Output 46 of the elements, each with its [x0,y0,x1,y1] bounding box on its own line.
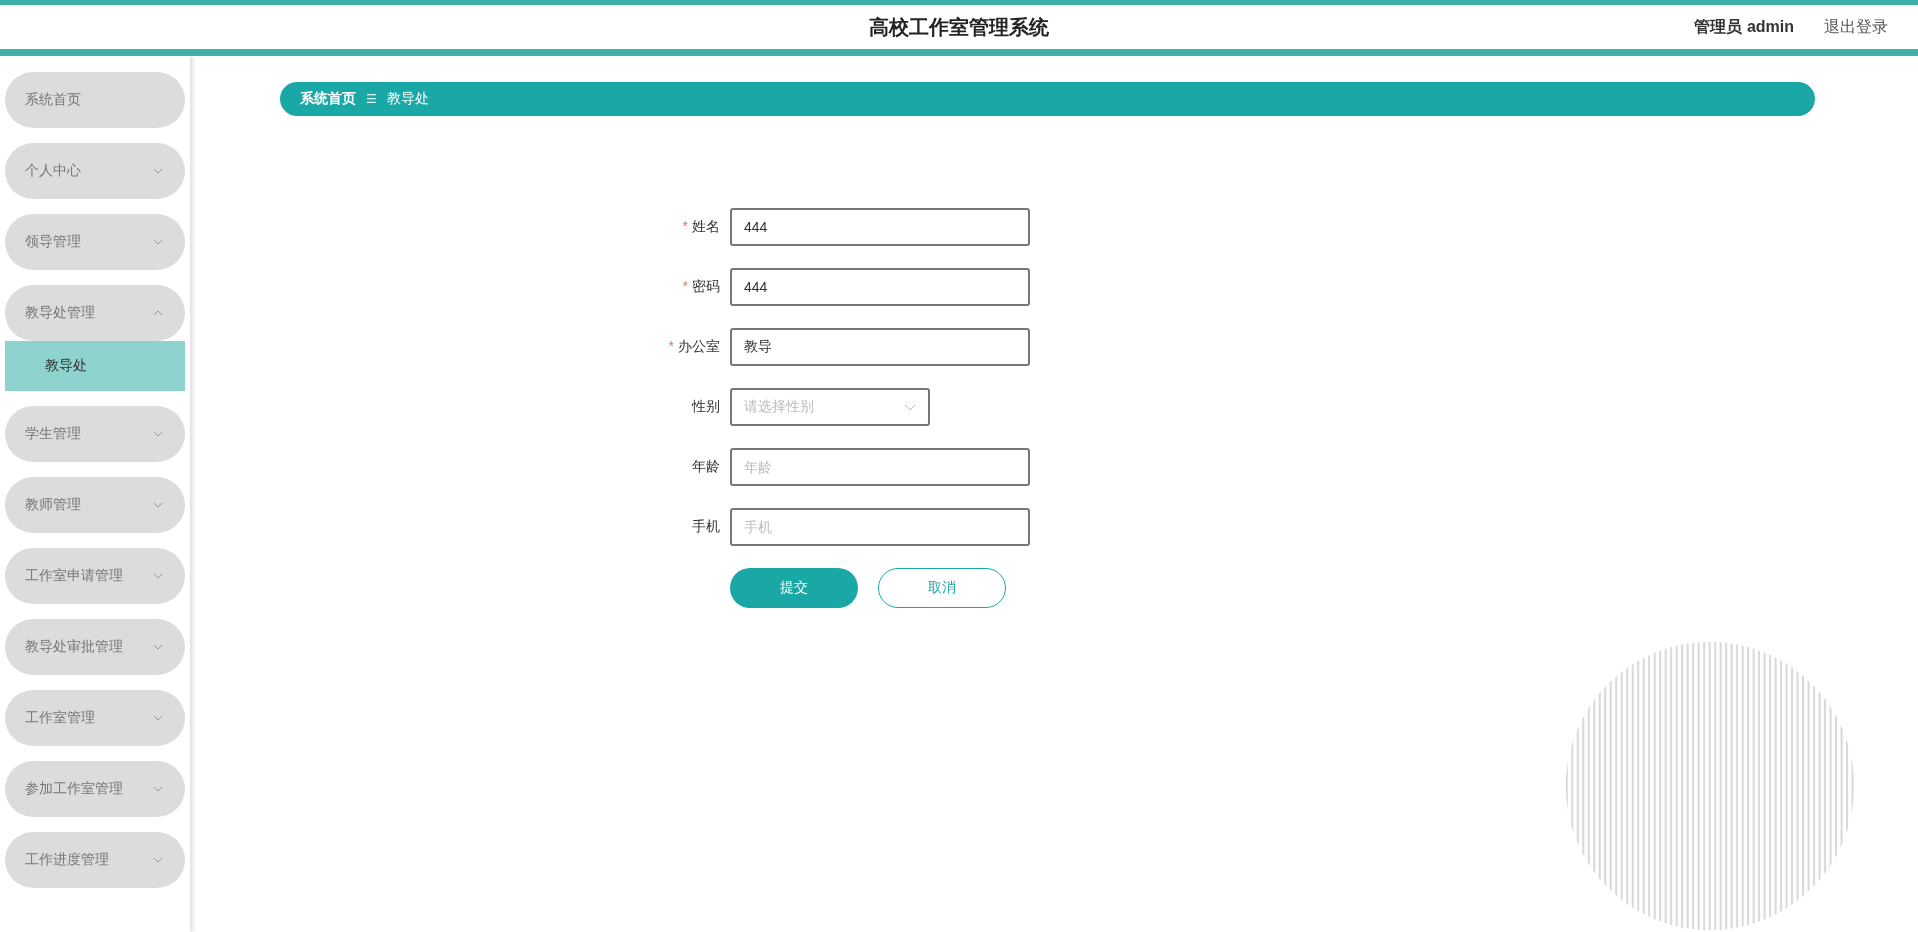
separator-icon: ☰ [366,92,377,106]
logout-link[interactable]: 退出登录 [1824,16,1888,38]
input-field[interactable]: 444 [730,208,1030,246]
sidebar-item[interactable]: 系统首页 [5,72,185,128]
sidebar-item[interactable]: 教师管理 [5,477,185,533]
field-label: 姓名 [692,218,720,234]
sidebar-item[interactable]: 工作室申请管理 [5,548,185,604]
sidebar-item[interactable]: 领导管理 [5,214,185,270]
chevron-icon [153,786,163,792]
breadcrumb-link[interactable]: 教导处 [386,90,429,108]
sidebar-item[interactable]: 参加工作室管理 [5,761,185,817]
chevron-icon [153,502,163,508]
sidebar-item[interactable]: 教导处管理 [5,285,185,341]
chevron-icon [153,431,163,437]
select-field[interactable]: 请选择性别 [730,388,930,426]
chevron-icon [153,573,163,579]
field-label: 年龄 [692,458,720,474]
field-label: 办公室 [678,338,720,354]
chevron-icon [153,644,163,650]
chevron-icon [153,239,163,245]
input-field[interactable]: 手机 [730,508,1030,546]
chevron-icon [153,857,163,863]
sidebar-item[interactable]: 工作进度管理 [5,832,185,888]
sidebar-item[interactable]: 工作室管理 [5,690,185,746]
input-field[interactable]: 年龄 [730,448,1030,486]
sidebar-subitem[interactable]: 教导处 [5,341,185,391]
field-label: 性别 [692,398,720,414]
sidebar-item[interactable]: 学生管理 [5,406,185,462]
user-label: 管理员 admin [1694,16,1794,37]
required-mark: * [682,218,688,234]
field-label: 手机 [692,518,720,534]
input-field[interactable]: 444 [730,268,1030,306]
submit-button[interactable]: 提交 [730,568,858,608]
cancel-button[interactable]: 取消 [878,568,1006,608]
chevron-icon [153,715,163,721]
chevron-icon [153,168,163,174]
sidebar-item[interactable]: 个人中心 [5,143,185,199]
app-title: 高校工作室管理系统 [869,14,1049,40]
chevron-icon [904,403,916,411]
required-mark: * [668,338,674,354]
chevron-icon [153,310,163,316]
input-field[interactable]: 教导 [730,328,1030,366]
breadcrumb-link[interactable]: 系统首页 [300,90,356,108]
field-label: 密码 [692,278,720,294]
sidebar-item[interactable]: 教导处审批管理 [5,619,185,675]
required-mark: * [682,278,688,294]
